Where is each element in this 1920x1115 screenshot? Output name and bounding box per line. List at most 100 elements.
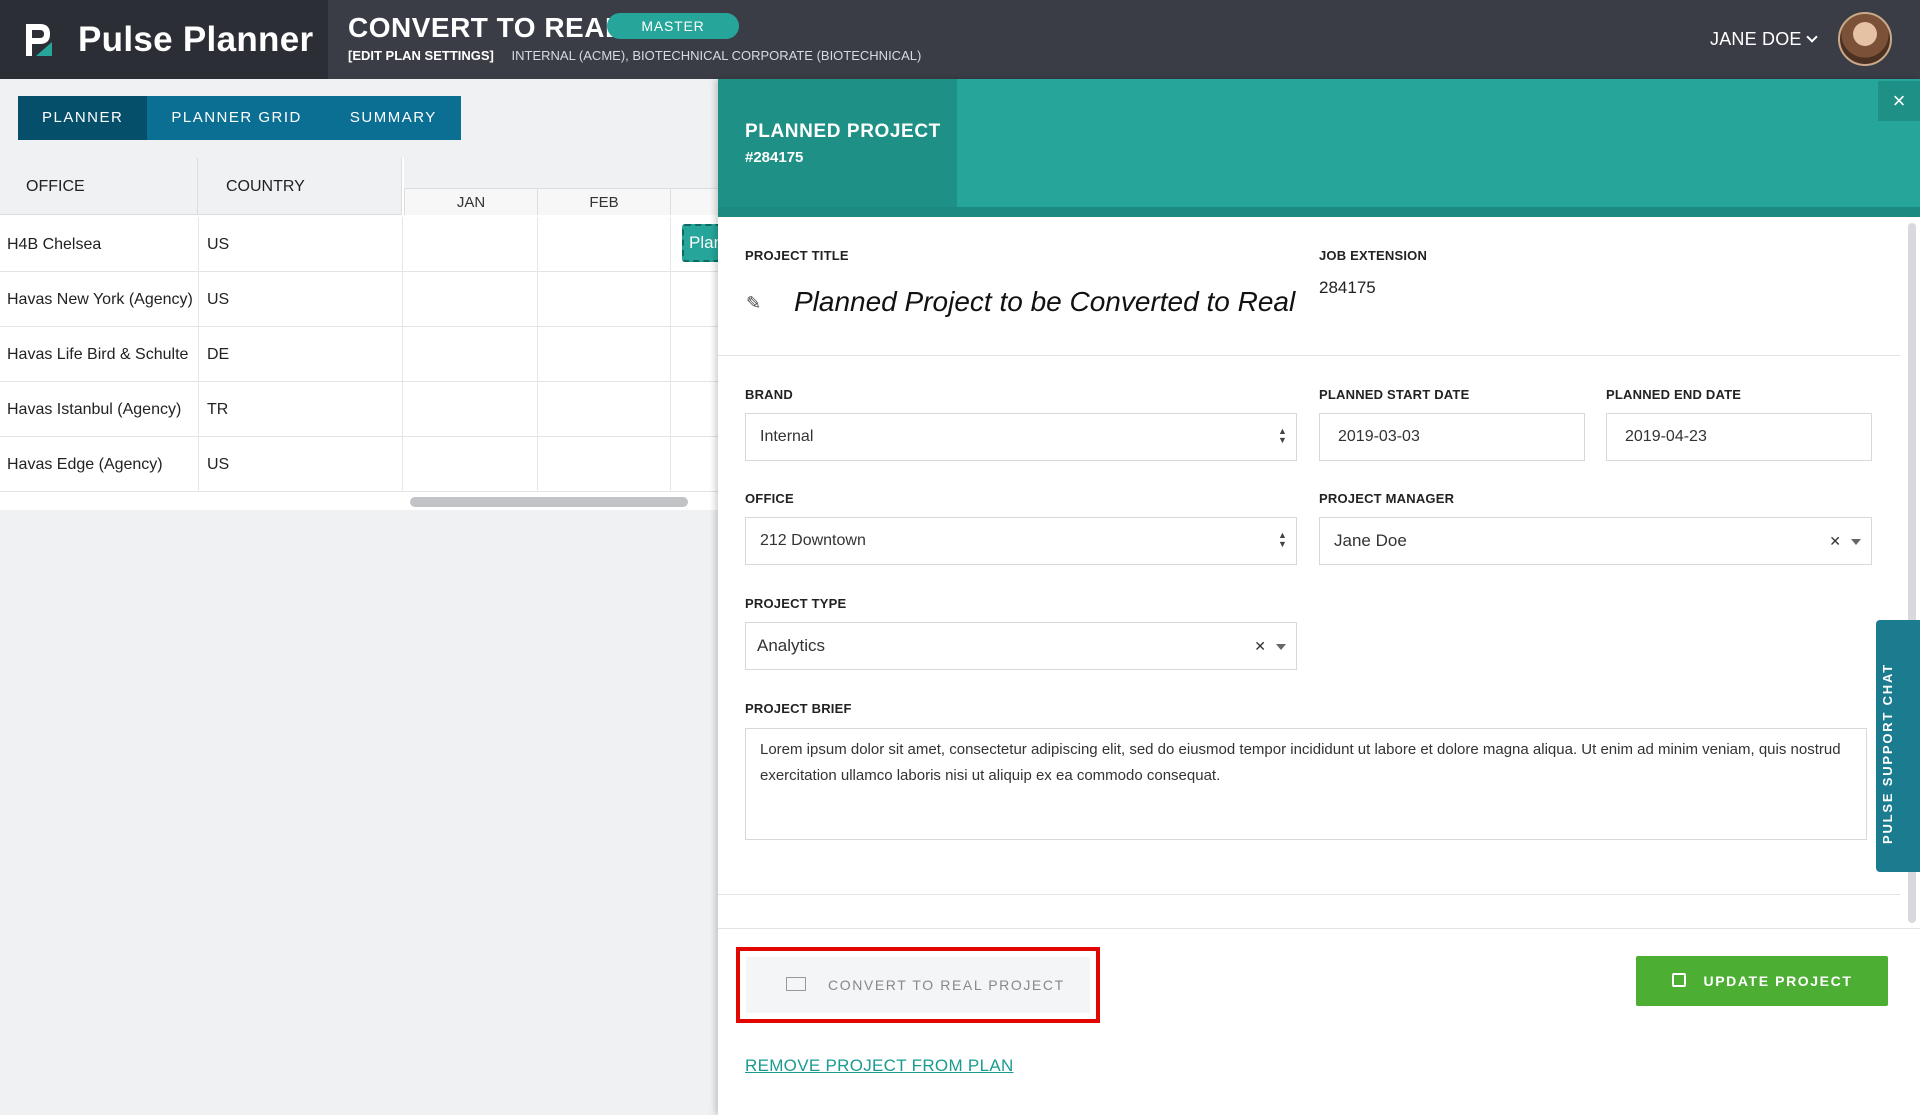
brand-select[interactable]: Internal ▲ ▼ [745,413,1297,461]
divider [718,355,1900,356]
end-date-label: PLANNED END DATE [1606,387,1742,402]
project-number: #284175 [745,149,804,166]
brand-label: BRAND [745,387,793,402]
project-title[interactable]: Planned Project to be Converted to Real [794,286,1295,318]
plan-subline: [EDIT PLAN SETTINGS] INTERNAL (ACME), BI… [348,48,921,63]
country-cell: US [207,456,230,473]
convert-button-label: CONVERT TO REAL PROJECT [828,977,1065,993]
tab-summary[interactable]: SUMMARY [325,96,461,140]
avatar[interactable] [1838,12,1892,66]
remove-project-link[interactable]: REMOVE PROJECT FROM PLAN [745,1056,1014,1076]
divider [670,327,671,382]
plan-meta: INTERNAL (ACME), BIOTECHNICAL CORPORATE … [511,48,922,63]
support-chat-tab[interactable]: PULSE SUPPORT CHAT [1876,620,1920,872]
office-cell: Havas New York (Agency) [7,291,193,308]
office-cell: Havas Istanbul (Agency) [7,401,182,418]
country-cell: US [207,291,230,308]
support-chat-label: PULSE SUPPORT CHAT [1880,663,1895,844]
start-date-value: 2019-03-03 [1338,428,1420,445]
app-name: Pulse Planner [78,19,314,59]
convert-button-highlight: CONVERT TO REAL PROJECT [736,947,1100,1023]
horizontal-scrollbar[interactable] [410,497,688,507]
divider [198,217,199,272]
divider [198,437,199,492]
table-row[interactable]: Havas Life Bird & Schulte DE [0,327,718,382]
update-button-label: UPDATE PROJECT [1703,973,1853,989]
divider [198,327,199,382]
table-row[interactable]: Havas New York (Agency) US [0,272,718,327]
project-manager-select[interactable]: Jane Doe ✕ [1319,517,1872,565]
planner-grid: OFFICE COUNTRY JAN FEB H4B Chelsea US Ha… [0,158,803,510]
start-date-field[interactable]: 2019-03-03 [1319,413,1585,461]
updown-icon: ▲ ▼ [1278,426,1287,445]
end-date-field[interactable]: 2019-04-23 [1606,413,1872,461]
user-menu[interactable]: JANE DOE [1710,29,1818,50]
divider [537,272,538,327]
project-manager-label: PROJECT MANAGER [1319,491,1455,506]
clear-dropdown-icon[interactable]: ✕ [1254,623,1286,669]
save-icon [1671,973,1686,988]
project-type-value: Analytics [757,636,826,655]
edit-plan-settings-link[interactable]: [EDIT PLAN SETTINGS] [348,48,494,63]
divider [670,437,671,492]
divider [718,928,1920,929]
month-header: JAN FEB [404,158,803,215]
close-icon[interactable]: × [1878,81,1920,121]
table-row[interactable]: Havas Edge (Agency) US [0,437,718,492]
job-extension-label: JOB EXTENSION [1319,248,1428,263]
office-label: OFFICE [745,491,794,506]
tab-planner[interactable]: PLANNER [18,96,148,140]
convert-to-real-project-button[interactable]: CONVERT TO REAL PROJECT [746,957,1090,1013]
month-jan: JAN [404,188,537,215]
divider [198,382,199,437]
project-manager-value: Jane Doe [1334,531,1407,550]
project-brief-label: PROJECT BRIEF [745,701,852,716]
month-feb: FEB [537,188,670,215]
page-title: CONVERT TO REAL [348,12,623,43]
job-extension-value: 284175 [1319,278,1376,297]
divider [670,272,671,327]
project-type-label: PROJECT TYPE [745,596,847,611]
clear-dropdown-icon[interactable]: ✕ [1829,518,1861,564]
logo[interactable]: Pulse Planner [0,0,328,79]
divider [198,272,199,327]
start-date-label: PLANNED START DATE [1319,387,1470,402]
panel-heading: PLANNED PROJECT [745,121,941,142]
project-brief-textarea[interactable]: Lorem ipsum dolor sit amet, consectetur … [745,728,1867,840]
convert-icon [786,977,806,992]
update-project-button[interactable]: UPDATE PROJECT [1636,956,1888,1006]
country-cell: TR [207,401,229,418]
divider [537,437,538,492]
pulse-logo-icon [26,23,52,56]
pencil-icon[interactable]: ✎ [746,293,761,314]
office-select[interactable]: 212 Downtown ▲ ▼ [745,517,1297,565]
top-bar: Pulse Planner CONVERT TO REAL MASTER [ED… [0,0,1920,79]
divider [402,217,403,272]
divider [402,272,403,327]
divider [402,327,403,382]
chevron-down-icon [1805,31,1818,43]
project-panel: PLANNED PROJECT #284175 × PROJECT TITLE … [718,79,1920,1115]
project-type-select[interactable]: Analytics ✕ [745,622,1297,670]
country-cell: DE [207,346,230,363]
column-header-country: COUNTRY [198,158,402,215]
divider [402,437,403,492]
office-cell: H4B Chelsea [7,236,102,253]
panel-header-tab: PLANNED PROJECT #284175 [718,79,957,207]
office-cell: Havas Life Bird & Schulte [7,346,189,363]
divider [537,217,538,272]
table-row[interactable]: H4B Chelsea US [0,217,718,272]
divider [670,217,671,272]
planned-project-chip[interactable]: Plan [682,224,722,262]
table-row[interactable]: Havas Istanbul (Agency) TR [0,382,718,437]
divider [537,327,538,382]
end-date-value: 2019-04-23 [1625,428,1707,445]
divider [537,382,538,437]
tab-planner-grid[interactable]: PLANNER GRID [147,96,326,140]
office-value: 212 Downtown [760,532,866,549]
divider [718,894,1900,895]
user-name: JANE DOE [1710,29,1802,49]
office-cell: Havas Edge (Agency) [7,456,163,473]
divider [670,382,671,437]
updown-icon: ▲ ▼ [1278,530,1287,549]
